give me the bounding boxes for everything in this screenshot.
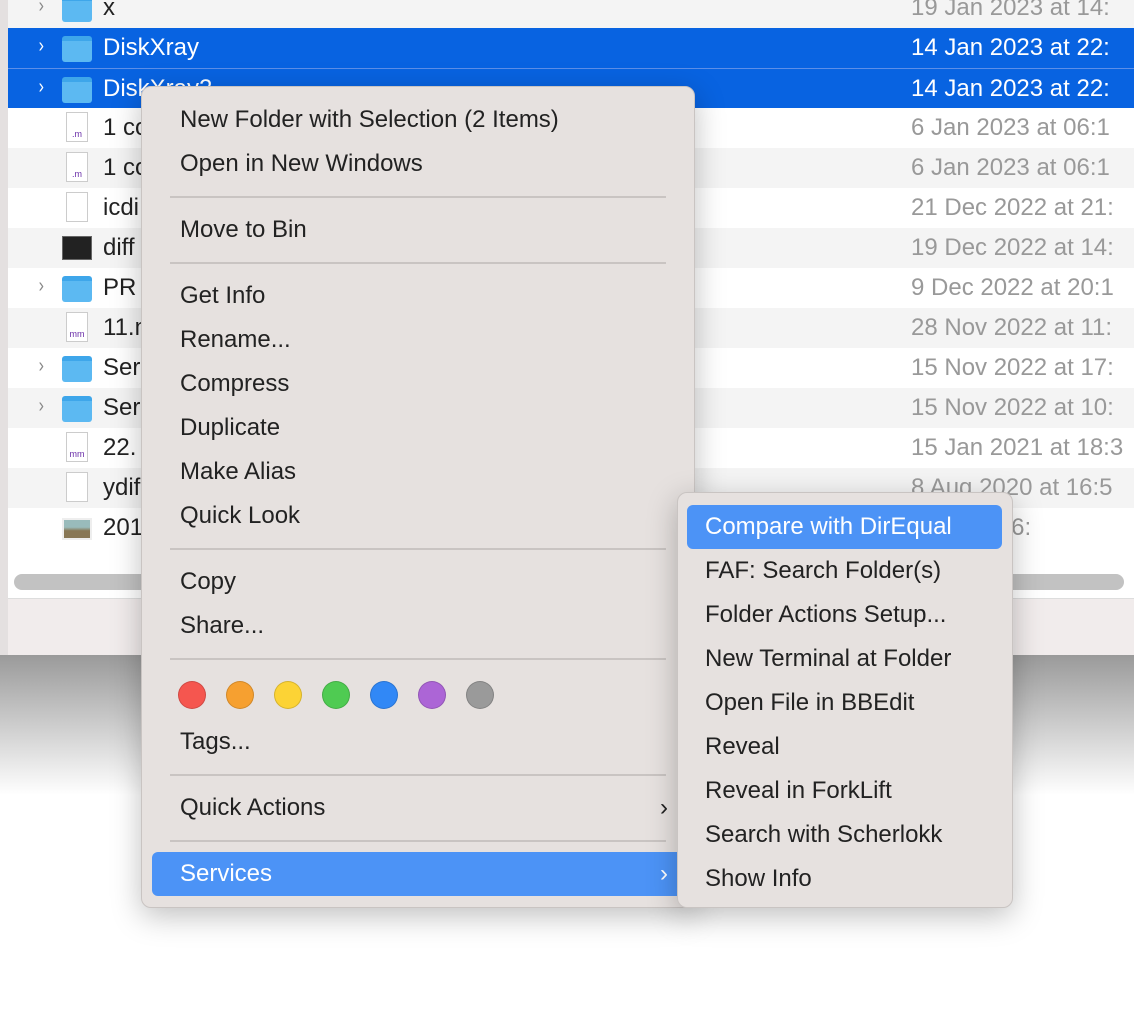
menu-item[interactable]: Get Info <box>152 274 684 318</box>
menu-separator <box>170 196 666 198</box>
disclosure-chevron-icon[interactable]: › <box>39 395 44 418</box>
submenu-item[interactable]: Reveal in ForkLift <box>687 769 1002 813</box>
services-submenu: Compare with DirEqual FAF: Search Folder(… <box>677 492 1013 908</box>
file-name: Ser <box>103 354 141 381</box>
file-date: 6 Jan 2023 at 06:1 <box>911 114 1110 141</box>
submenu-item[interactable]: FAF: Search Folder(s) <box>687 549 1002 593</box>
menu-separator <box>170 840 666 842</box>
document-icon: .m <box>66 112 88 142</box>
submenu-item[interactable]: Search with Scherlokk <box>687 813 1002 857</box>
file-name: 22. <box>103 434 137 461</box>
file-name: x <box>103 0 115 21</box>
menu-item[interactable]: Open in New Windows <box>152 142 684 186</box>
menu-item[interactable]: New Folder with Selection (2 Items) <box>152 98 684 142</box>
file-date: 15 Nov 2022 at 10: <box>911 394 1114 421</box>
disclosure-chevron-icon[interactable]: › <box>39 275 44 298</box>
file-date: 19 Dec 2022 at 14: <box>911 234 1114 261</box>
submenu-item[interactable]: New Terminal at Folder <box>687 637 1002 681</box>
file-date: 9 Dec 2022 at 20:1 <box>911 274 1114 301</box>
disclosure-chevron-icon[interactable]: › <box>39 0 44 18</box>
file-name: PR <box>103 274 137 301</box>
document-icon: mm <box>66 432 88 462</box>
document-icon <box>66 472 88 502</box>
folder-icon <box>62 276 92 302</box>
tag-color-2[interactable] <box>274 681 302 709</box>
disclosure-chevron-icon[interactable]: › <box>39 76 44 99</box>
menu-separator <box>170 262 666 264</box>
menu-item-label: Quick Actions <box>180 794 326 821</box>
menu-item[interactable]: Duplicate <box>152 406 684 450</box>
folder-icon <box>62 36 92 62</box>
menu-separator <box>170 658 666 660</box>
tag-color-4[interactable] <box>370 681 398 709</box>
file-date: 21 Dec 2022 at 21: <box>911 194 1114 221</box>
file-name: ydif <box>103 474 141 501</box>
folder-icon <box>62 0 92 22</box>
menu-separator <box>170 548 666 550</box>
menu-item-tags[interactable]: Tags... <box>152 720 684 764</box>
context-menu: New Folder with Selection (2 Items) Open … <box>141 86 695 908</box>
file-row[interactable]: › DiskXray 14 Jan 2023 at 22: <box>8 28 1134 68</box>
file-name: icdi <box>103 194 140 221</box>
image-file-icon <box>62 518 92 540</box>
menu-item[interactable]: Make Alias <box>152 450 684 494</box>
tag-color-3[interactable] <box>322 681 350 709</box>
menu-item-services[interactable]: Services › <box>152 852 684 896</box>
menu-item[interactable]: Compress <box>152 362 684 406</box>
file-date: 28 Nov 2022 at 11: <box>911 314 1113 341</box>
menu-item-quick-actions[interactable]: Quick Actions › <box>152 786 684 830</box>
submenu-item[interactable]: Compare with DirEqual <box>687 505 1002 549</box>
file-badge: .m <box>72 129 82 139</box>
file-badge: mm <box>69 449 85 459</box>
disclosure-chevron-icon[interactable]: › <box>39 355 44 378</box>
file-badge: mm <box>69 329 85 339</box>
folder-icon <box>62 356 92 382</box>
file-name: 201 <box>103 514 144 541</box>
folder-icon <box>62 396 92 422</box>
menu-item[interactable]: Quick Look <box>152 494 684 538</box>
submenu-item[interactable]: Folder Actions Setup... <box>687 593 1002 637</box>
file-date: 15 Jan 2021 at 18:3 <box>911 434 1124 461</box>
tag-color-0[interactable] <box>178 681 206 709</box>
file-date: 6 Jan 2023 at 06:1 <box>911 154 1110 181</box>
folder-icon <box>62 77 92 103</box>
tag-color-6[interactable] <box>466 681 494 709</box>
submenu-item[interactable]: Reveal <box>687 725 1002 769</box>
file-date: 19 Jan 2023 at 14: <box>911 0 1110 21</box>
menu-item-label: Services <box>180 860 273 887</box>
file-name: diff <box>103 234 135 261</box>
file-date: 15 Nov 2022 at 17: <box>911 354 1114 381</box>
menu-item[interactable]: Copy <box>152 560 684 604</box>
file-name: Ser <box>103 394 141 421</box>
submenu-item[interactable]: Show Info <box>687 857 1002 901</box>
chevron-right-icon: › <box>660 860 668 887</box>
document-icon: mm <box>66 312 88 342</box>
tag-color-1[interactable] <box>226 681 254 709</box>
chevron-right-icon: › <box>660 794 668 821</box>
file-name: DiskXray <box>103 34 200 61</box>
menu-item[interactable]: Rename... <box>152 318 684 362</box>
document-icon <box>66 192 88 222</box>
submenu-item[interactable]: Open File in BBEdit <box>687 681 1002 725</box>
tag-color-5[interactable] <box>418 681 446 709</box>
tag-colors <box>142 670 694 720</box>
terminal-file-icon <box>62 236 92 260</box>
menu-separator <box>170 774 666 776</box>
menu-item[interactable]: Share... <box>152 604 684 648</box>
document-icon: .m <box>66 152 88 182</box>
file-date: 14 Jan 2023 at 22: <box>911 34 1110 61</box>
file-badge: .m <box>72 169 82 179</box>
disclosure-chevron-icon[interactable]: › <box>39 35 44 58</box>
menu-item[interactable]: Move to Bin <box>152 208 684 252</box>
file-date: 14 Jan 2023 at 22: <box>911 75 1110 102</box>
file-row[interactable]: › x 19 Jan 2023 at 14: <box>8 0 1134 28</box>
